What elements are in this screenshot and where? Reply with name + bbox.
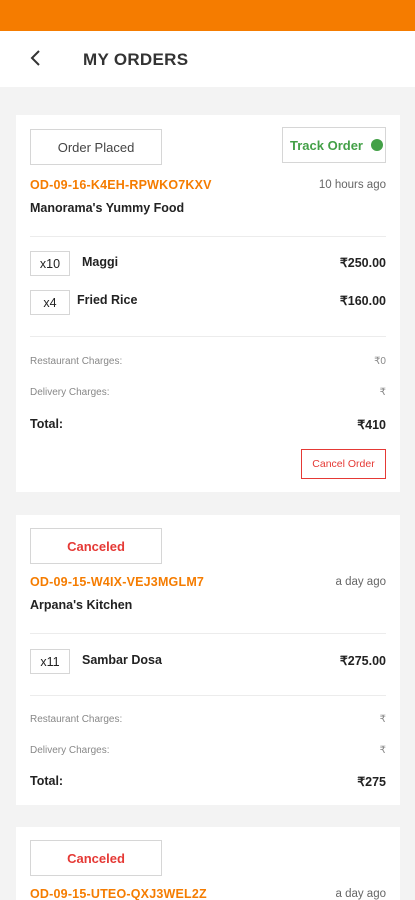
order-status-badge: Order Placed <box>30 129 162 165</box>
chevron-left-icon[interactable] <box>26 47 48 69</box>
divider <box>30 695 386 696</box>
restaurant-name: Manorama's Yummy Food <box>30 201 185 215</box>
page-title: MY ORDERS <box>83 50 189 69</box>
order-id: OD-09-16-K4EH-RPWKO7KXV <box>30 178 212 192</box>
divider <box>30 633 386 634</box>
total-label: Total: <box>30 417 64 431</box>
track-order-label: Track Order <box>290 137 363 153</box>
order-time: a day ago <box>335 888 386 900</box>
track-order-button[interactable]: Track Order <box>282 127 386 163</box>
order-card: Canceled OD-09-15-UTEO-QXJ3WEL2Z a day a… <box>16 827 400 900</box>
restaurant-charges-label: Restaurant Charges: <box>30 356 123 367</box>
item-price: ₹160.00 <box>339 294 386 308</box>
restaurant-charges-label: Restaurant Charges: <box>30 714 123 725</box>
order-status-badge: Canceled <box>30 840 162 876</box>
item-quantity: x11 <box>30 649 70 674</box>
total-value: ₹275 <box>357 775 386 789</box>
delivery-charges-label: Delivery Charges: <box>30 387 110 398</box>
order-id: OD-09-15-UTEO-QXJ3WEL2Z <box>30 887 207 900</box>
cancel-order-button[interactable]: Cancel Order <box>301 449 386 479</box>
delivery-charges-value: ₹ <box>379 745 386 756</box>
order-time: 10 hours ago <box>318 179 386 191</box>
item-name: Sambar Dosa <box>82 653 162 667</box>
divider <box>30 336 386 337</box>
status-dot-icon <box>371 139 383 151</box>
total-label: Total: <box>30 774 64 788</box>
item-quantity: x4 <box>30 290 70 315</box>
order-card: Order Placed Track Order OD-09-16-K4EH-R… <box>16 115 400 492</box>
delivery-charges-value: ₹ <box>379 387 386 398</box>
item-name: Maggi <box>82 255 119 269</box>
item-price: ₹275.00 <box>339 654 386 668</box>
restaurant-charges-value: ₹ <box>379 714 386 725</box>
status-bar <box>0 0 415 31</box>
total-value: ₹410 <box>357 418 386 432</box>
item-price: ₹250.00 <box>339 256 386 270</box>
divider <box>30 236 386 237</box>
order-status-badge: Canceled <box>30 528 162 564</box>
app-bar: MY ORDERS <box>0 31 415 87</box>
delivery-charges-label: Delivery Charges: <box>30 745 110 756</box>
restaurant-charges-value: ₹0 <box>374 356 386 367</box>
item-quantity: x10 <box>30 251 70 276</box>
order-time: a day ago <box>335 576 386 588</box>
item-name: Fried Rice <box>77 293 138 307</box>
order-card: Canceled OD-09-15-W4IX-VEJ3MGLM7 a day a… <box>16 515 400 805</box>
order-id: OD-09-15-W4IX-VEJ3MGLM7 <box>30 575 205 589</box>
restaurant-name: Arpana's Kitchen <box>30 598 133 612</box>
